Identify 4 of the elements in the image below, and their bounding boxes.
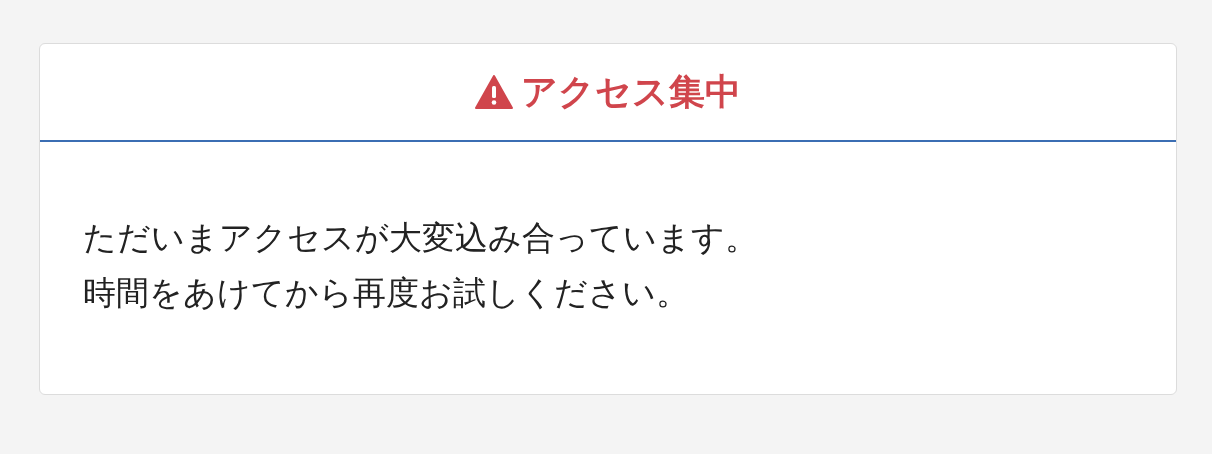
notice-title: アクセス集中: [521, 74, 741, 110]
message-line: ただいまアクセスが大変込み合っています。: [83, 217, 759, 259]
warning-icon: [475, 75, 513, 109]
message-line: 時間をあけてから再度お試しください。: [83, 272, 690, 314]
